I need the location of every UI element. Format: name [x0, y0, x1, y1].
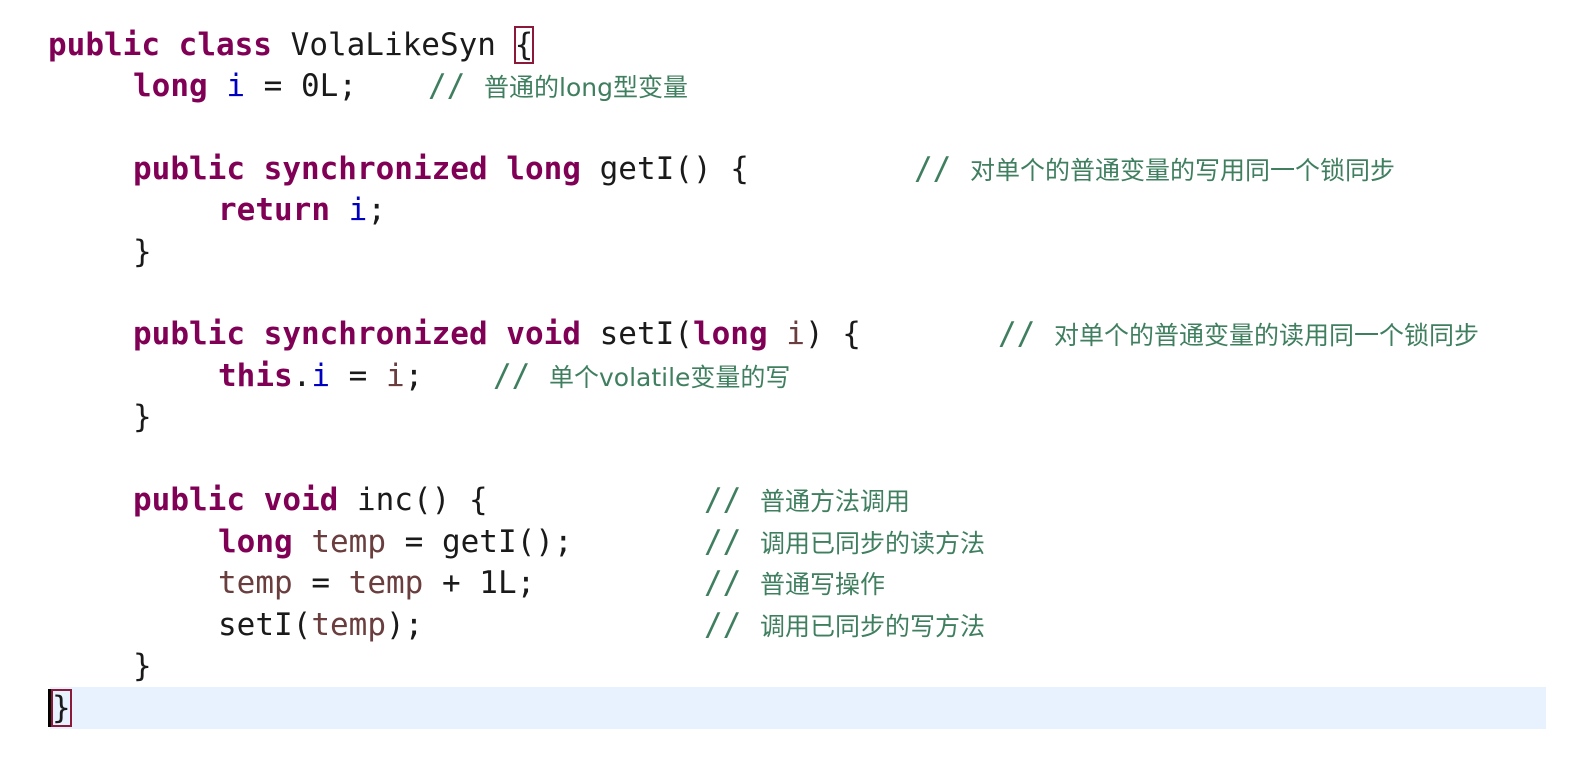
- semicolon: ;: [404, 358, 424, 394]
- call-setI: setI(: [218, 607, 312, 643]
- parameter-i: i: [386, 358, 405, 394]
- class-name: VolaLikeSyn: [290, 27, 496, 63]
- method-name-setI: setI(: [599, 316, 693, 352]
- comment-field: // 普通的long型变量: [428, 66, 688, 107]
- code-line-getter-return: return i;: [218, 190, 386, 231]
- local-temp: temp: [348, 565, 424, 601]
- matching-brace-close: }: [51, 689, 72, 727]
- dot: .: [292, 358, 312, 394]
- keyword-synchronized: synchronized: [263, 151, 488, 187]
- comment-text: 调用已同步的写方法: [760, 612, 986, 641]
- closing-brace: }: [133, 399, 152, 435]
- assign-operator: =: [292, 565, 349, 601]
- current-line-highlight: [50, 687, 1546, 729]
- keyword-public: public: [48, 27, 160, 63]
- matching-brace-open: {: [513, 26, 535, 64]
- comment-inc-read: // 调用已同步的读方法: [704, 522, 985, 563]
- comment-text: 单个volatile变量的写: [549, 363, 791, 392]
- closing-brace: }: [133, 648, 152, 684]
- code-line-setter-assignment: this.i = i;: [218, 356, 423, 397]
- comment-inc-add: // 普通写操作: [704, 563, 885, 604]
- field-i: i: [311, 358, 330, 394]
- keyword-long: long: [133, 68, 208, 104]
- keyword-class: class: [178, 27, 272, 63]
- code-line-class-declaration: public class VolaLikeSyn {: [48, 25, 535, 66]
- comment-setter-body: // 单个volatile变量的写: [493, 356, 790, 397]
- code-line-getter-close: }: [133, 232, 152, 273]
- code-line-inc-declaration: public void inc() {: [133, 480, 488, 521]
- code-line-setter-declaration: public synchronized void setI(long i) {: [133, 314, 861, 355]
- keyword-this: this: [218, 358, 293, 394]
- code-line-getter-declaration: public synchronized long getI() {: [133, 149, 749, 190]
- comment-text: 普通的long型变量: [484, 73, 688, 102]
- code-line-inc-write: setI(temp);: [218, 605, 423, 646]
- closing-brace: }: [133, 234, 152, 270]
- comment-setter: // 对单个的普通变量的读用同一个锁同步: [998, 314, 1479, 355]
- keyword-void: void: [506, 316, 581, 352]
- code-editor[interactable]: public class VolaLikeSyn { long i = 0L; …: [0, 0, 1584, 762]
- text-caret: [48, 689, 51, 727]
- code-line-inc-close: }: [133, 646, 152, 687]
- comment-slashes: //: [493, 358, 531, 394]
- comment-text: 对单个的普通变量的写用同一个锁同步: [970, 156, 1396, 185]
- code-line-field-declaration: long i = 0L;: [133, 66, 357, 107]
- keyword-long: long: [506, 151, 581, 187]
- comment-text: 对单个的普通变量的读用同一个锁同步: [1054, 321, 1480, 350]
- code-line-setter-close: }: [133, 397, 152, 438]
- call-end: );: [385, 607, 424, 643]
- assign-operator: =: [330, 358, 386, 394]
- comment-slashes: //: [704, 524, 742, 560]
- comment-text: 调用已同步的读方法: [760, 529, 986, 558]
- comment-slashes: //: [704, 482, 742, 518]
- comment-inc-write: // 调用已同步的写方法: [704, 605, 985, 646]
- keyword-long: long: [692, 316, 768, 352]
- keyword-synchronized: synchronized: [263, 316, 488, 352]
- parameter-i: i: [786, 316, 805, 352]
- method-signature-inc: inc() {: [356, 482, 488, 518]
- call-getI: = getI();: [385, 524, 573, 560]
- comment-inc: // 普通方法调用: [704, 480, 910, 521]
- local-temp: temp: [311, 524, 386, 560]
- comment-slashes: //: [704, 607, 742, 643]
- code-line-class-close: }: [51, 688, 72, 729]
- comment-slashes: //: [704, 565, 742, 601]
- comment-slashes: //: [914, 151, 952, 187]
- comment-slashes: //: [428, 68, 466, 104]
- comment-slashes: //: [998, 316, 1036, 352]
- field-i: i: [348, 192, 368, 228]
- code-line-inc-read: long temp = getI();: [218, 522, 573, 563]
- method-signature-end: ) {: [804, 316, 861, 352]
- keyword-void: void: [263, 482, 339, 518]
- comment-getter: // 对单个的普通变量的写用同一个锁同步: [914, 149, 1395, 190]
- add-expression: + 1L;: [423, 565, 536, 601]
- keyword-public: public: [133, 482, 245, 518]
- local-temp: temp: [311, 607, 386, 643]
- keyword-return: return: [218, 192, 330, 228]
- method-signature-getI: getI() {: [599, 151, 749, 187]
- semicolon: ;: [367, 192, 386, 228]
- comment-text: 普通方法调用: [760, 487, 911, 516]
- field-i: i: [226, 68, 245, 104]
- keyword-public: public: [133, 151, 245, 187]
- field-initializer: = 0L;: [245, 68, 357, 104]
- comment-text: 普通写操作: [760, 570, 886, 599]
- keyword-long: long: [218, 524, 293, 560]
- local-temp: temp: [218, 565, 293, 601]
- keyword-public: public: [133, 316, 245, 352]
- code-line-inc-add: temp = temp + 1L;: [218, 563, 535, 604]
